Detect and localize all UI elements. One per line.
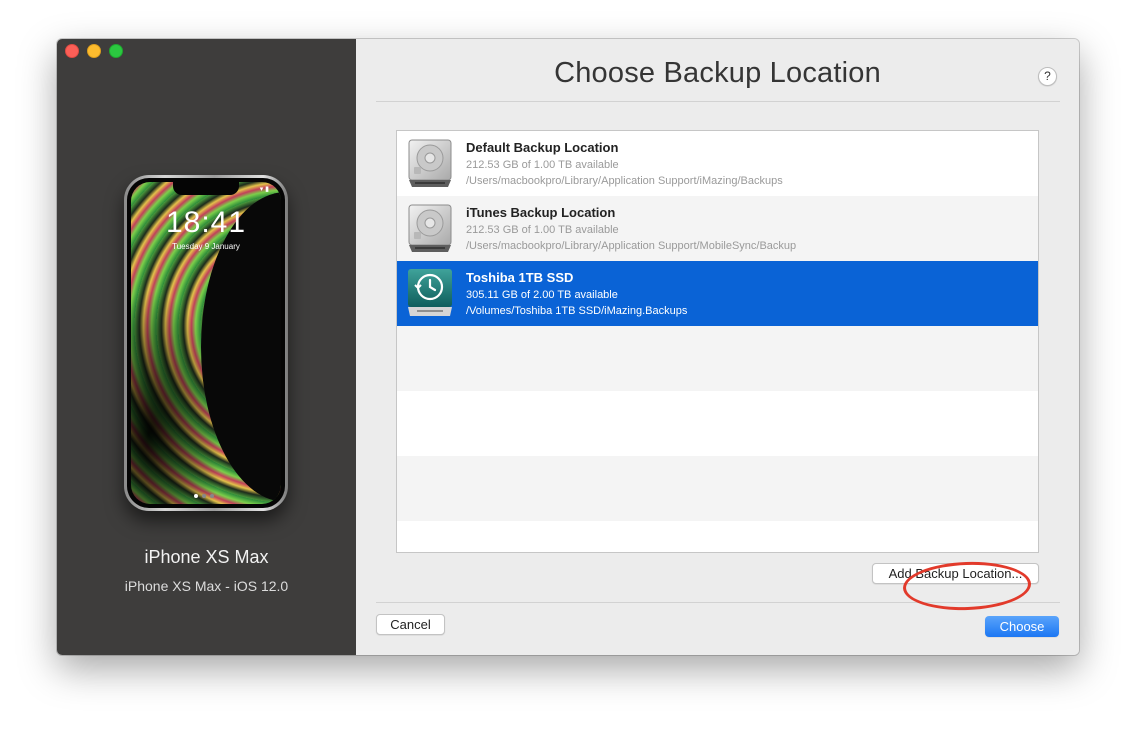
backup-location-list[interactable]: Default Backup Location 212.53 GB of 1.0… bbox=[396, 130, 1039, 553]
window-controls bbox=[65, 44, 123, 58]
footer-divider bbox=[376, 602, 1060, 603]
location-available-space: 212.53 GB of 1.00 TB available bbox=[466, 224, 619, 236]
location-path: /Users/macbookpro/Library/Application Su… bbox=[466, 175, 783, 187]
location-name: Toshiba 1TB SSD bbox=[466, 270, 574, 285]
device-model-ios: iPhone XS Max - iOS 12.0 bbox=[124, 578, 289, 594]
status-bar-icons: ▾ ▮ bbox=[259, 186, 269, 193]
choose-button[interactable]: Choose bbox=[985, 616, 1059, 637]
hard-drive-icon bbox=[408, 204, 452, 252]
location-name: Default Backup Location bbox=[466, 140, 619, 155]
zoom-window-button[interactable] bbox=[109, 44, 123, 58]
main-panel: Choose Backup Location ? Default Backup … bbox=[356, 39, 1079, 655]
device-name: iPhone XS Max bbox=[144, 547, 269, 567]
location-row-default[interactable]: Default Backup Location 212.53 GB of 1.0… bbox=[397, 131, 1038, 196]
location-available-space: 305.11 GB of 2.00 TB available bbox=[466, 289, 618, 301]
empty-list-row bbox=[397, 326, 1038, 391]
dialog-title: Choose Backup Location bbox=[554, 57, 881, 89]
empty-list-row bbox=[397, 456, 1038, 521]
device-notch bbox=[173, 182, 239, 195]
location-available-space: 212.53 GB of 1.00 TB available bbox=[466, 159, 619, 171]
close-window-button[interactable] bbox=[65, 44, 79, 58]
location-name: iTunes Backup Location bbox=[466, 205, 616, 220]
header-divider bbox=[376, 101, 1060, 102]
time-machine-drive-icon bbox=[408, 269, 452, 316]
location-path: /Volumes/Toshiba 1TB SSD/iMazing.Backups bbox=[466, 305, 688, 317]
hard-drive-icon bbox=[408, 139, 452, 187]
page-indicator bbox=[194, 494, 214, 498]
location-row-toshiba-ssd[interactable]: Toshiba 1TB SSD 305.11 GB of 2.00 TB ava… bbox=[397, 261, 1038, 326]
device-lock-screen: ▾ ▮ 18:41 Tuesday 9 January bbox=[131, 182, 281, 504]
location-path: /Users/macbookpro/Library/Application Su… bbox=[466, 240, 797, 252]
device-sidebar: ▾ ▮ 18:41 Tuesday 9 January iPhone XS Ma… bbox=[57, 39, 356, 655]
minimize-window-button[interactable] bbox=[87, 44, 101, 58]
backup-location-window: ▾ ▮ 18:41 Tuesday 9 January iPhone XS Ma… bbox=[57, 39, 1079, 655]
device-image: ▾ ▮ 18:41 Tuesday 9 January bbox=[124, 175, 288, 511]
add-backup-location-button[interactable]: Add Backup Location... bbox=[872, 563, 1039, 584]
location-row-itunes[interactable]: iTunes Backup Location 212.53 GB of 1.00… bbox=[397, 196, 1038, 261]
lock-screen-date: Tuesday 9 January bbox=[172, 242, 240, 251]
cancel-button[interactable]: Cancel bbox=[376, 614, 445, 635]
empty-list-row bbox=[397, 521, 1038, 552]
help-button[interactable]: ? bbox=[1038, 67, 1057, 86]
lock-screen-time: 18:41 bbox=[165, 206, 247, 239]
empty-list-row bbox=[397, 391, 1038, 456]
